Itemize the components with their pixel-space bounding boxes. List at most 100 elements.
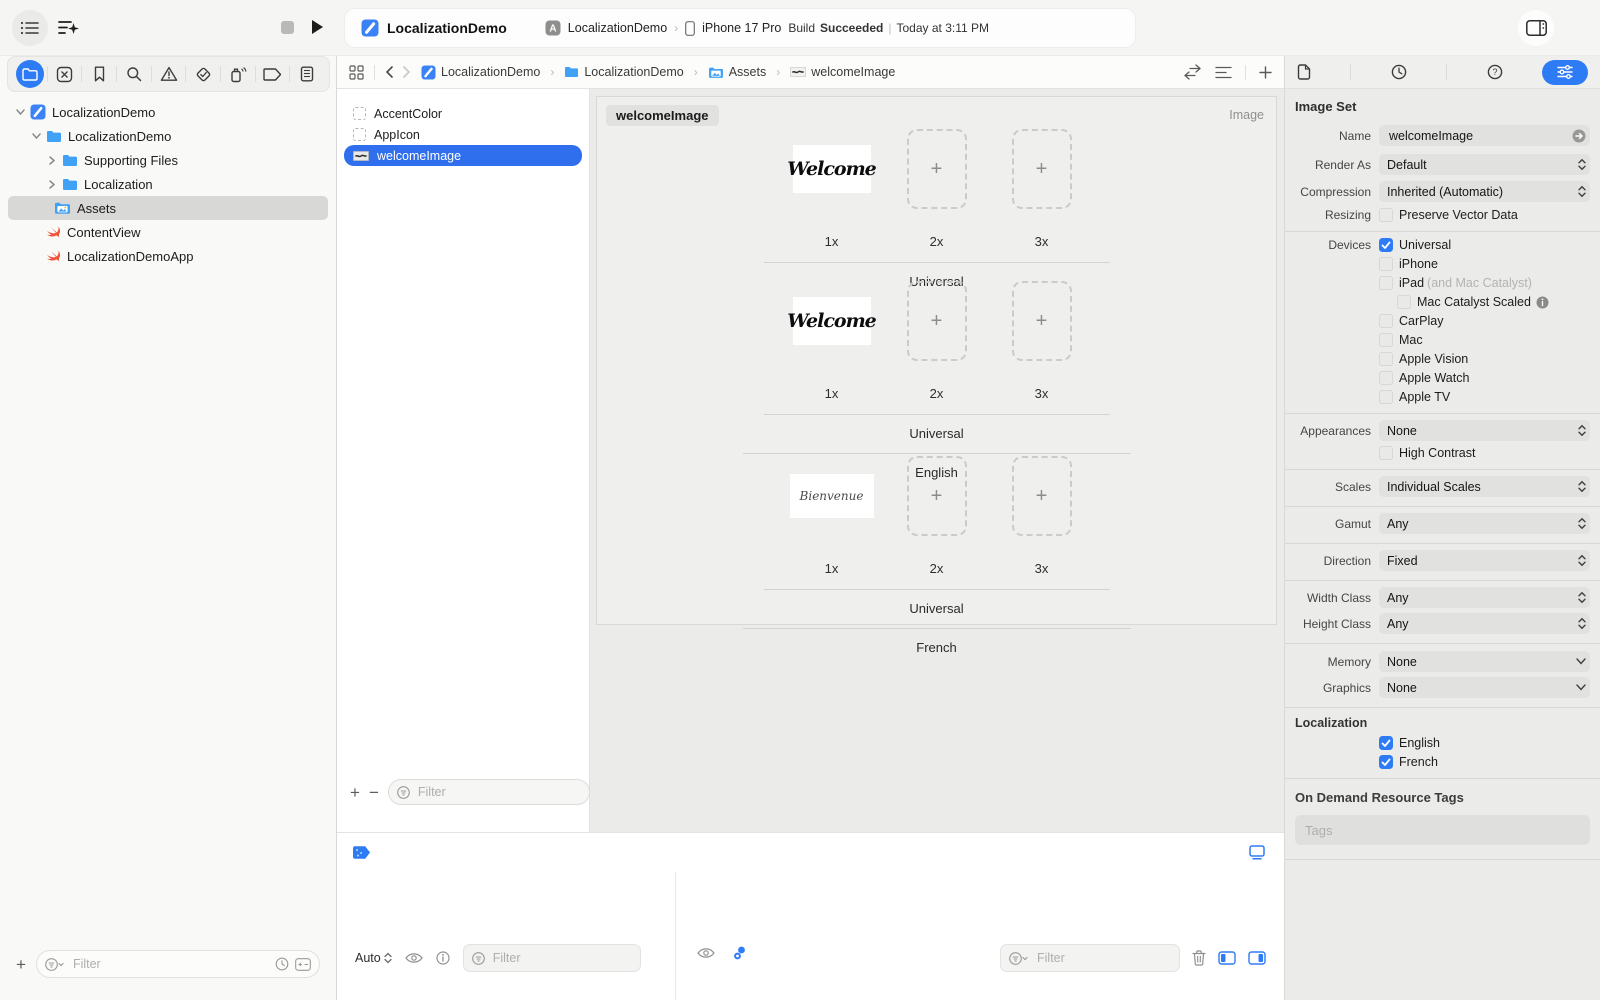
gamut-popup[interactable]: Any bbox=[1379, 513, 1590, 534]
asset-item-accentcolor[interactable]: AccentColor bbox=[337, 103, 589, 124]
asset-filter-field[interactable] bbox=[388, 779, 590, 805]
image-well-1x-filled[interactable]: Welcome bbox=[793, 297, 871, 345]
scheme-selector[interactable]: A LocalizationDemo › iPhone 17 Pro bbox=[545, 20, 782, 36]
image-well-2x-empty[interactable]: + bbox=[907, 129, 967, 209]
device-iphone-checkbox[interactable] bbox=[1379, 257, 1393, 271]
toggle-navigator-button[interactable] bbox=[12, 10, 48, 46]
image-well-3x-empty[interactable]: + bbox=[1012, 281, 1072, 361]
breadcrumb-image-set[interactable]: welcomeImage bbox=[790, 65, 895, 79]
tree-item-app[interactable]: LocalizationDemoApp bbox=[0, 244, 336, 268]
window-tab[interactable]: LocalizationDemo A LocalizationDemo › iP… bbox=[345, 9, 1135, 47]
device-apple-watch-checkbox[interactable] bbox=[1379, 371, 1393, 385]
eye-icon[interactable] bbox=[405, 952, 423, 964]
tab-breakpoints[interactable] bbox=[256, 68, 288, 81]
device-mac-checkbox[interactable] bbox=[1379, 333, 1393, 347]
tree-item-contentview[interactable]: ContentView bbox=[0, 220, 336, 244]
tree-item-group[interactable]: LocalizationDemo bbox=[0, 124, 336, 148]
breadcrumb-assets[interactable]: Assets bbox=[708, 65, 767, 79]
name-field[interactable] bbox=[1379, 125, 1590, 146]
device-ipad-checkbox[interactable] bbox=[1379, 276, 1393, 290]
appearances-popup[interactable]: None bbox=[1379, 420, 1590, 441]
graphics-dropdown[interactable]: None bbox=[1379, 677, 1590, 698]
forward-chevron-icon[interactable] bbox=[403, 66, 411, 78]
toggle-console-view-icon[interactable] bbox=[1248, 951, 1266, 965]
tab-find[interactable] bbox=[118, 66, 150, 82]
device-apple-tv-checkbox[interactable] bbox=[1379, 390, 1393, 404]
device-universal-checkbox[interactable] bbox=[1379, 238, 1393, 252]
image-well-1x-filled[interactable]: Welcome bbox=[793, 145, 871, 193]
width-class-popup[interactable]: Any bbox=[1379, 587, 1590, 608]
device-carplay-checkbox[interactable] bbox=[1379, 314, 1393, 328]
activity-status[interactable]: Build Succeeded | Today at 3:11 PM bbox=[788, 21, 989, 35]
recent-clock-icon[interactable] bbox=[275, 957, 289, 971]
image-well-2x-empty[interactable]: + bbox=[907, 281, 967, 361]
height-class-popup[interactable]: Any bbox=[1379, 613, 1590, 634]
related-items-grid-icon[interactable] bbox=[349, 65, 364, 80]
assistant-compose-button[interactable] bbox=[58, 18, 80, 38]
tab-bookmarks[interactable] bbox=[83, 66, 115, 82]
asset-filter-input[interactable] bbox=[416, 784, 581, 800]
asset-item-appicon[interactable]: AppIcon bbox=[337, 124, 589, 145]
image-well-2x-empty[interactable]: + bbox=[907, 456, 967, 536]
breadcrumb-project[interactable]: LocalizationDemo bbox=[421, 65, 540, 80]
auto-variables-selector[interactable]: Auto bbox=[355, 951, 392, 965]
console-filter-input[interactable] bbox=[1035, 950, 1171, 966]
chevron-down-icon[interactable] bbox=[14, 109, 26, 115]
navigator-filter-field[interactable] bbox=[36, 950, 320, 978]
arrow-circle-icon[interactable] bbox=[1572, 129, 1586, 143]
image-well-3x-empty[interactable]: + bbox=[1012, 129, 1072, 209]
tab-source-control[interactable] bbox=[49, 66, 81, 83]
file-inspector-icon[interactable] bbox=[1297, 64, 1311, 80]
high-contrast-checkbox[interactable] bbox=[1379, 446, 1393, 460]
toggle-variables-view-icon[interactable] bbox=[1218, 951, 1236, 965]
info-icon[interactable] bbox=[436, 951, 450, 965]
tab-tests[interactable] bbox=[187, 66, 219, 83]
tab-attributes-inspector[interactable] bbox=[1542, 60, 1588, 85]
add-editor-icon[interactable] bbox=[1259, 66, 1272, 79]
device-mac-catalyst-scaled-checkbox[interactable] bbox=[1397, 295, 1411, 309]
odr-tags-field[interactable] bbox=[1295, 815, 1590, 845]
device-apple-vision-checkbox[interactable] bbox=[1379, 352, 1393, 366]
tab-project-navigator[interactable] bbox=[14, 60, 46, 88]
editor-options-icon[interactable] bbox=[1215, 66, 1232, 79]
add-file-button[interactable]: + bbox=[16, 956, 26, 973]
chevron-down-icon[interactable] bbox=[30, 133, 42, 139]
variables-filter-input[interactable] bbox=[491, 950, 632, 966]
variables-filter-field[interactable] bbox=[463, 944, 641, 972]
localization-english-checkbox[interactable] bbox=[1379, 736, 1393, 750]
run-button[interactable] bbox=[311, 19, 324, 35]
tree-item-assets-selected[interactable]: Assets bbox=[8, 196, 328, 220]
back-chevron-icon[interactable] bbox=[385, 66, 393, 78]
navigator-filter-input[interactable] bbox=[71, 956, 269, 972]
help-inspector-icon[interactable]: ? bbox=[1487, 64, 1503, 80]
remove-asset-button[interactable]: − bbox=[369, 784, 379, 801]
stop-button[interactable] bbox=[281, 21, 294, 34]
plus-minus-filter-icon[interactable] bbox=[295, 958, 311, 971]
console-scope-icon[interactable] bbox=[733, 946, 746, 960]
chevron-right-icon[interactable] bbox=[46, 156, 58, 165]
breadcrumb-group[interactable]: LocalizationDemo bbox=[564, 65, 683, 79]
code-review-icon[interactable] bbox=[1183, 64, 1202, 80]
tree-item-supporting-files[interactable]: Supporting Files bbox=[0, 148, 336, 172]
odr-tags-input[interactable] bbox=[1295, 815, 1590, 845]
device-preview-toggle[interactable] bbox=[1248, 845, 1266, 860]
direction-popup[interactable]: Fixed bbox=[1379, 550, 1590, 571]
trash-icon[interactable] bbox=[1192, 950, 1206, 966]
image-well-3x-empty[interactable]: + bbox=[1012, 456, 1072, 536]
preserve-vector-checkbox[interactable] bbox=[1379, 208, 1393, 222]
memory-dropdown[interactable]: None bbox=[1379, 651, 1590, 672]
tree-item-localization[interactable]: Localization bbox=[0, 172, 336, 196]
tree-item-project[interactable]: LocalizationDemo bbox=[0, 100, 336, 124]
add-asset-button[interactable]: + bbox=[350, 784, 360, 801]
console-filter-field[interactable] bbox=[1000, 944, 1180, 972]
tab-issues[interactable] bbox=[153, 66, 185, 82]
info-icon[interactable] bbox=[1536, 296, 1549, 309]
name-input[interactable] bbox=[1387, 128, 1568, 144]
chevron-right-icon[interactable] bbox=[46, 180, 58, 189]
render-as-popup[interactable]: Default bbox=[1379, 154, 1590, 175]
tab-reports[interactable] bbox=[291, 66, 323, 82]
scales-popup[interactable]: Individual Scales bbox=[1379, 476, 1590, 497]
image-well-1x-filled[interactable]: Bienvenue bbox=[790, 474, 874, 518]
assets-tab-chip[interactable] bbox=[352, 845, 371, 860]
compression-popup[interactable]: Inherited (Automatic) bbox=[1379, 181, 1590, 202]
